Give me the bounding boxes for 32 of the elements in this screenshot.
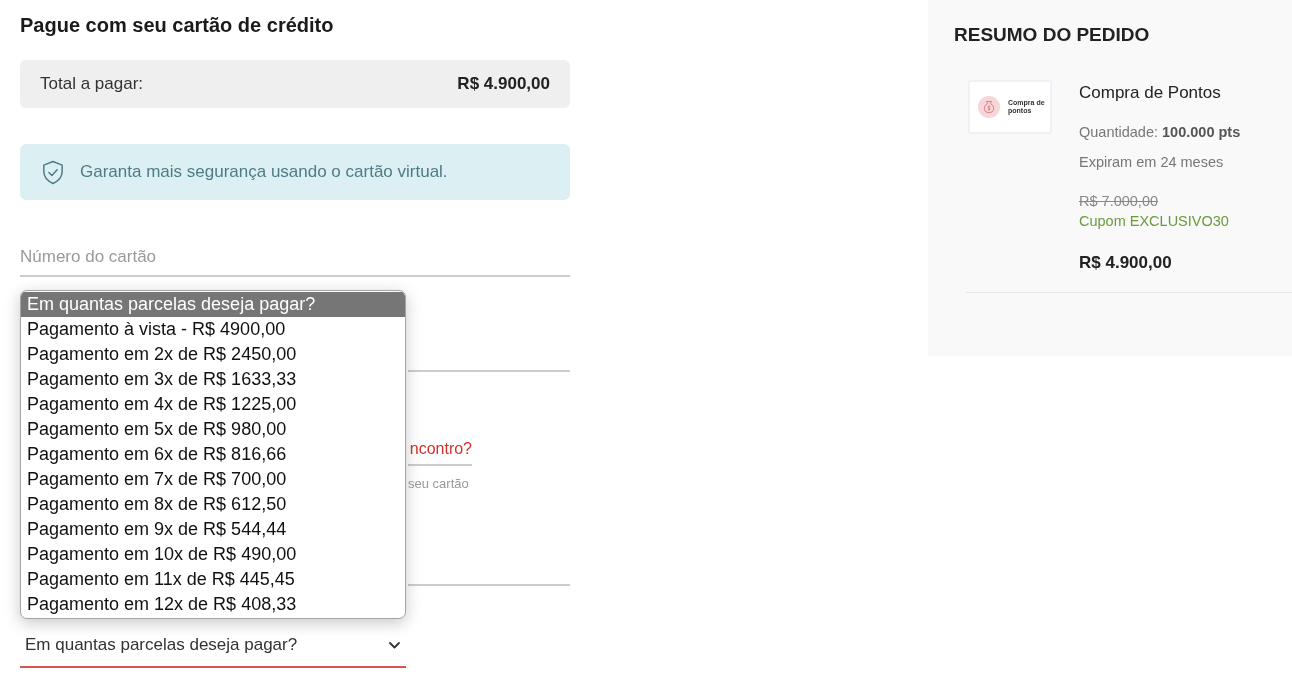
caret-icon: [389, 641, 400, 649]
shield-check-icon: [42, 159, 64, 185]
dropdown-option[interactable]: Pagamento em 2x de R$ 2450,00: [21, 342, 405, 367]
product-name: Compra de Pontos: [1079, 82, 1221, 104]
expiry-text: Expiram em 24 meses: [1079, 153, 1224, 172]
dropdown-option[interactable]: Em quantas parcelas deseja pagar?: [21, 292, 405, 317]
help-link[interactable]: ncontro?: [409, 440, 472, 458]
product-quantity: Quantidade: 100.000 pts: [1079, 123, 1241, 142]
input-field[interactable]: ncontro?: [408, 434, 472, 466]
dropdown-option[interactable]: Pagamento em 6x de R$ 816,66: [21, 442, 405, 467]
dropdown-option[interactable]: Pagamento em 3x de R$ 1633,33: [21, 367, 405, 392]
page-title: Pague com seu cartão de crédito: [20, 13, 334, 37]
total-amount: R$ 4.900,00: [457, 74, 550, 94]
dropdown-option[interactable]: Pagamento em 7x de R$ 700,00: [21, 467, 405, 492]
dropdown-option[interactable]: Pagamento em 5x de R$ 980,00: [21, 417, 405, 442]
summary-title: RESUMO DO PEDIDO: [954, 24, 1150, 46]
original-price: R$ 7.000,00: [1079, 192, 1158, 211]
installments-select[interactable]: Em quantas parcelas deseja pagar?: [20, 624, 406, 668]
product-price: R$ 4.900,00: [1079, 252, 1172, 274]
total-label: Total a pagar:: [40, 74, 143, 94]
card-number-field[interactable]: Número do cartão: [20, 238, 570, 277]
coupon-text: Cupom EXCLUSIVO30: [1079, 212, 1229, 231]
dropdown-option[interactable]: Pagamento em 12x de R$ 408,33: [21, 592, 405, 617]
dropdown-option[interactable]: Pagamento à vista - R$ 4900,00: [21, 317, 405, 342]
dropdown-option[interactable]: Pagamento em 8x de R$ 612,50: [21, 492, 405, 517]
dropdown-option[interactable]: Pagamento em 4x de R$ 1225,00: [21, 392, 405, 417]
dropdown-option[interactable]: Pagamento em 9x de R$ 544,44: [21, 517, 405, 542]
info-text: Garanta mais segurança usando o cartão virtual.: [80, 162, 448, 182]
field-hint: seu cartão: [408, 476, 469, 492]
dropdown-option[interactable]: Pagamento em 11x de R$ 445,45: [21, 567, 405, 592]
money-bag-icon: [978, 96, 1000, 118]
dropdown-option[interactable]: Pagamento em 10x de R$ 490,00: [21, 542, 405, 567]
